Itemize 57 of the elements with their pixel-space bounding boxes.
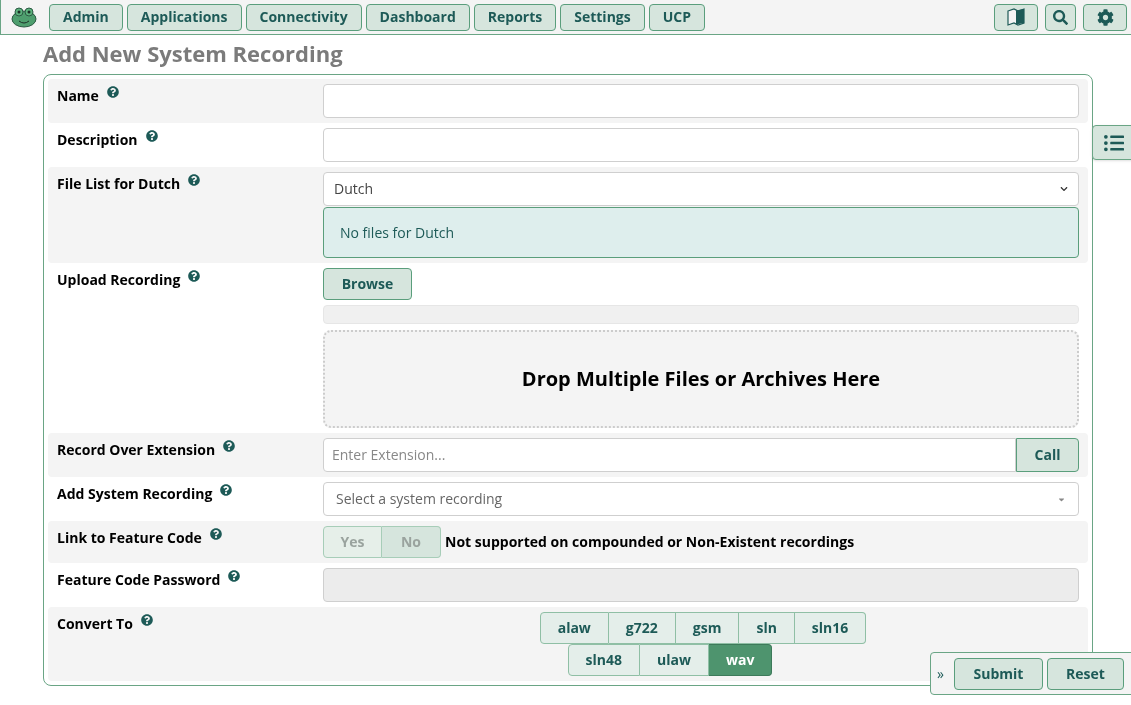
field-label: Description <box>57 130 138 150</box>
page-title: Add New System Recording <box>43 37 344 69</box>
list-toggle-button[interactable] <box>1092 125 1131 160</box>
format-option[interactable]: gsm <box>675 612 740 644</box>
chevron-icon <box>1060 185 1068 193</box>
note-text: Not supported on compounded or Non-Existent recordings <box>445 532 855 552</box>
format-option[interactable]: ulaw <box>640 644 709 676</box>
nav-menu-button[interactable]: Dashboard <box>365 3 470 31</box>
text-field[interactable] <box>323 128 1079 162</box>
field-label: Name <box>57 86 99 106</box>
extension-field[interactable]: Enter Extension... <box>323 438 1016 472</box>
help-icon[interactable] <box>220 484 233 496</box>
language-select[interactable]: Dutch <box>323 172 1079 206</box>
field-label: Feature Code Password <box>57 570 221 590</box>
expand-toggle[interactable]: » <box>937 663 944 684</box>
search-button[interactable] <box>1045 3 1076 31</box>
settings-icon <box>1096 8 1114 26</box>
browse-button[interactable]: Browse <box>323 268 412 300</box>
help-icon[interactable] <box>140 614 153 626</box>
map-book-icon <box>1007 8 1025 26</box>
help-icon[interactable] <box>188 270 201 282</box>
help-icon[interactable] <box>145 130 158 142</box>
format-option[interactable]: wav <box>709 644 773 676</box>
form-action-button[interactable]: Submit <box>953 657 1043 690</box>
language-button[interactable] <box>994 3 1038 31</box>
format-option[interactable]: g722 <box>608 612 676 644</box>
field-label: Link to Feature Code <box>57 528 202 548</box>
field-label: Upload Recording <box>57 270 181 290</box>
call-button[interactable]: Call <box>1016 438 1079 472</box>
format-option[interactable]: sln <box>739 612 795 644</box>
field-label: Convert To <box>57 614 133 634</box>
nav-menu-button[interactable]: Applications <box>126 3 242 31</box>
format-option[interactable]: alaw <box>539 612 609 644</box>
search-icon <box>1053 9 1068 25</box>
nav-menu-button[interactable]: Reports <box>473 3 557 31</box>
field-label: File List for Dutch <box>57 174 181 194</box>
help-icon[interactable] <box>106 86 119 98</box>
help-icon[interactable] <box>209 528 222 540</box>
field-label: Record Over Extension <box>57 440 216 460</box>
settings-button[interactable] <box>1083 3 1127 31</box>
drop-zone[interactable]: Drop Multiple Files or Archives Here <box>323 330 1079 428</box>
form-action-button[interactable]: Reset <box>1046 657 1124 690</box>
help-icon[interactable] <box>188 174 201 186</box>
recording-select[interactable]: Select a system recording <box>323 482 1079 516</box>
text-field[interactable] <box>323 84 1079 118</box>
info-message: No files for Dutch <box>323 207 1079 258</box>
format-option[interactable]: sln16 <box>794 612 867 644</box>
field-label: Add System Recording <box>57 484 213 504</box>
frog-logo-icon[interactable] <box>11 6 37 28</box>
list-icon <box>1104 132 1124 153</box>
format-option[interactable]: sln48 <box>567 644 641 676</box>
nav-menu-button[interactable]: Connectivity <box>245 3 362 31</box>
help-icon[interactable] <box>223 440 236 452</box>
nav-menu-button[interactable]: UCP <box>648 3 705 31</box>
nav-menu-button[interactable]: Settings <box>560 3 645 31</box>
help-icon[interactable] <box>228 570 241 582</box>
nav-menu-button[interactable]: Admin <box>49 3 123 31</box>
